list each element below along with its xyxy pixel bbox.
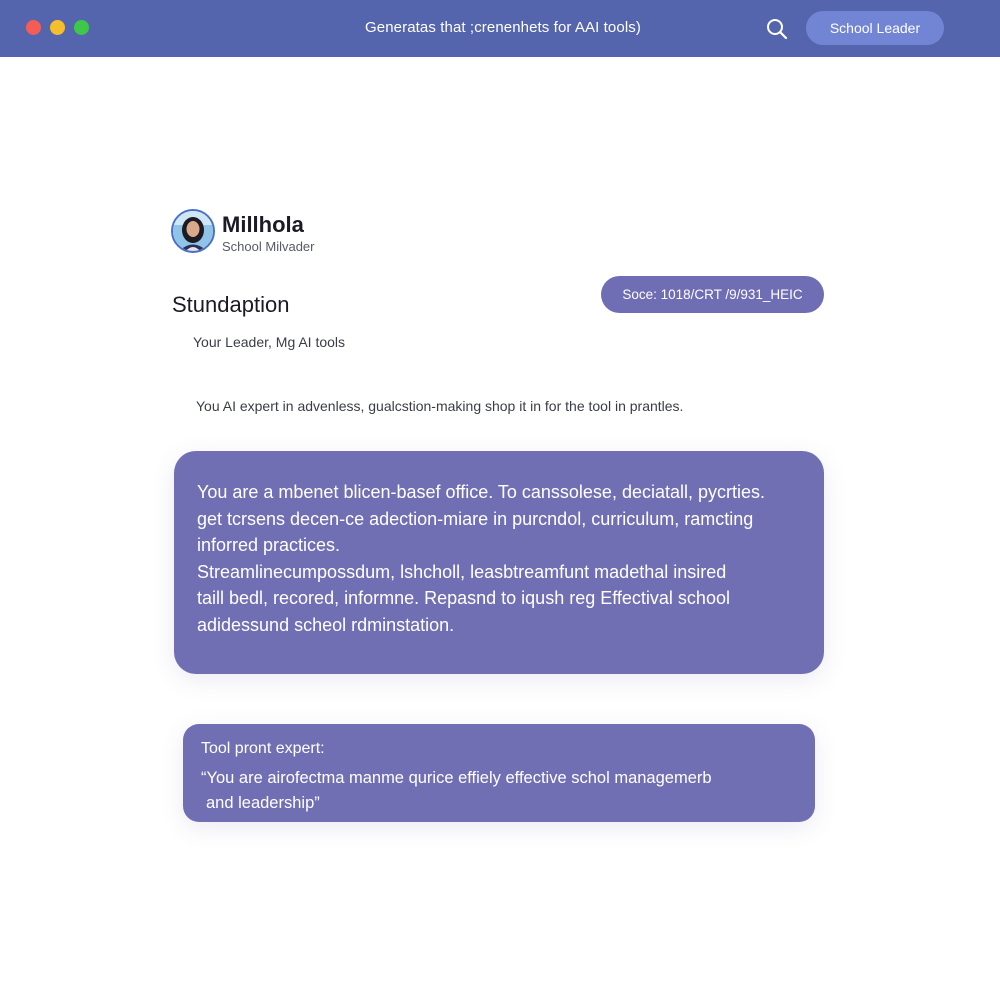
tool-prompt-quote: “You are airofectma manme qurice effiely… xyxy=(201,766,795,816)
description-text: You AI expert in advenless, gualcstion-m… xyxy=(196,398,684,414)
search-icon[interactable] xyxy=(764,16,790,42)
close-window-button[interactable] xyxy=(26,20,41,35)
user-avatar-image xyxy=(173,211,213,251)
prompt-line: inforred practices. xyxy=(197,535,341,555)
prompt-card: You are a mbenet blicen-basef office. To… xyxy=(174,451,824,674)
prompt-line: Streamlinecumpossdum, lshcholl, leasbtre… xyxy=(197,561,727,582)
tool-prompt-quote-line: and leadership” xyxy=(206,794,320,812)
school-leader-button[interactable]: School Leader xyxy=(806,11,944,45)
tool-prompt-card: Tool pront expert: “You are airofectma m… xyxy=(183,724,815,822)
maximize-window-button[interactable] xyxy=(74,20,89,35)
user-avatar xyxy=(171,209,215,253)
subtitle: Your Leader, Mg AI tools xyxy=(193,334,346,350)
tool-prompt-quote-line: “You are airofectma manme qurice effiely… xyxy=(201,769,712,787)
prompt-line: You are a mbenet blicen-basef office. To… xyxy=(197,482,766,502)
title-bar: Generatas that ;crenenhets for AAI tools… xyxy=(0,0,1000,57)
window-title: Generatas that ;crenenhets for AAI tools… xyxy=(365,19,641,36)
tool-prompt-label: Tool pront expert: xyxy=(201,740,325,757)
user-role: School Milvader xyxy=(222,239,315,254)
prompt-line: adidessund scheol rdminstation. xyxy=(197,614,455,635)
section-title: Stundaption xyxy=(172,292,290,317)
user-name: Millhola xyxy=(222,212,304,237)
prompt-line: get tcrsens decen-ce adection-miare in p… xyxy=(197,508,754,529)
prompt-line: taill bedl, recored, informne. Repasnd t… xyxy=(197,588,730,608)
source-badge: Soce: 1018/CRT /9/931_HEIC xyxy=(601,276,824,313)
minimize-window-button[interactable] xyxy=(50,20,65,35)
